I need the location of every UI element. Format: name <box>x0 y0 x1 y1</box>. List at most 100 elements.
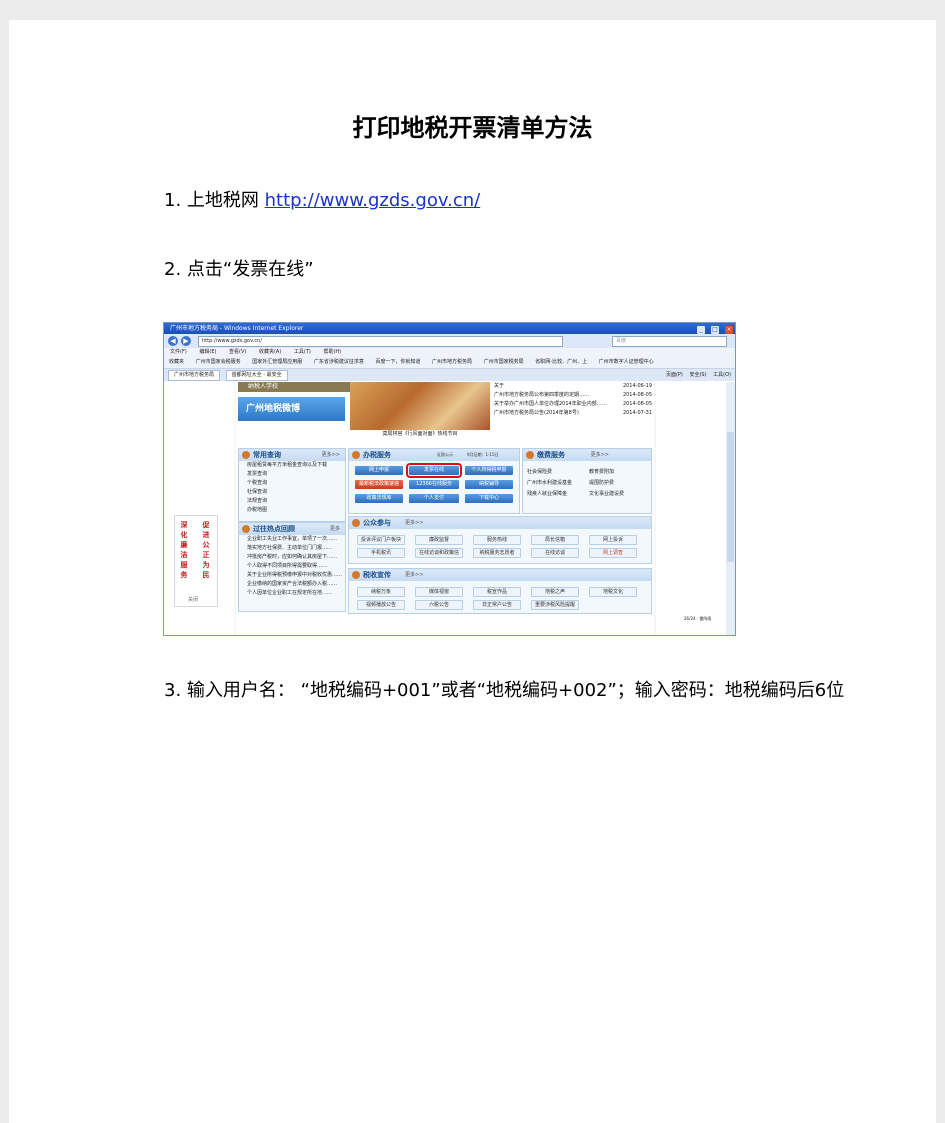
public-button[interactable]: 在线访谈和政策信 <box>415 548 463 558</box>
document-page: 打印地税开票清单方法 1. 上地税网 http://www.gzds.gov.c… <box>9 20 936 1123</box>
menu-edit[interactable]: 编辑(E) <box>199 349 216 355</box>
search-input[interactable]: 百度 <box>612 336 727 347</box>
list-item[interactable]: 冲抵房产税时，应如何确认其房屋下…… <box>239 553 345 562</box>
list-item[interactable]: 发票查询 <box>239 470 345 479</box>
slogan-line-2: 促进公正为民 <box>202 521 210 579</box>
list-item[interactable]: 房屋租赁每平方米租金查询以及下载 <box>239 461 345 470</box>
tab-home[interactable]: 首都网址大全 - 最安全 <box>225 370 288 381</box>
policy-button[interactable]: 最新税法政策速递 <box>355 480 403 489</box>
list-item[interactable]: 落实地方社保费、主动单位门门报…… <box>239 544 345 553</box>
menu-help[interactable]: 帮助(H) <box>323 349 341 355</box>
browser-screenshot: 广州市地方税务局 - Windows Internet Explorer _ □ ×… <box>163 322 736 636</box>
license-tag[interactable]: 证照公示 <box>437 449 453 461</box>
download-center-button[interactable]: 下载中心 <box>465 494 513 503</box>
public-button[interactable]: 手机税讯 <box>357 548 405 558</box>
list-item[interactable]: 个税查询 <box>239 479 345 488</box>
minimize-icon[interactable]: _ <box>697 326 705 334</box>
favorites-item[interactable]: 广州市地方税务局 <box>432 359 472 365</box>
favorites-bar: 收藏夹 广州市国家会税服务 国家外汇管理局应用服 广东省涉税建议征求意 百度一下… <box>164 357 735 369</box>
promo-button[interactable]: 税宣作品 <box>473 587 521 597</box>
more-link[interactable]: 更多>> <box>322 449 340 461</box>
promo-button[interactable]: 纳税万象 <box>357 587 405 597</box>
favorites-item[interactable]: 百度一下，你就知道 <box>375 359 420 365</box>
tab-gzds[interactable]: 广州市地方税务局 <box>168 370 221 381</box>
favorites-item[interactable]: 收藏夹 <box>169 359 184 365</box>
promo-button[interactable]: 六税公告 <box>415 600 463 610</box>
news-item[interactable]: 关于举办广州市国人单位办理2014年职业内部…… 2014-08-05 <box>494 400 652 409</box>
favorites-item[interactable]: 广州市数字人证管理中心 <box>599 359 654 365</box>
payment-header: 缴费服务 更多>> <box>523 449 651 461</box>
list-item[interactable]: 企业职工失业工作事宜，单项了一次…… <box>239 535 345 544</box>
news-photo[interactable] <box>350 382 490 430</box>
favorites-item[interactable]: 省职网-比较、广州、上 <box>535 359 587 365</box>
list-item[interactable]: 社保查询 <box>239 488 345 497</box>
personal-tax-button[interactable]: 个人所得税申报 <box>465 466 513 475</box>
weibo-banner[interactable]: 广州地税微博 <box>238 397 345 421</box>
window-title: 广州市地方税务局 - Windows Internet Explorer <box>170 325 304 332</box>
list-item[interactable]: 个人因单位企业职工在规定所在地…… <box>239 589 345 598</box>
public-button[interactable]: 局长信箱 <box>531 535 579 545</box>
menu-view[interactable]: 查看(V) <box>229 349 246 355</box>
list-item[interactable]: 办税地图 <box>239 506 345 515</box>
list-item[interactable]: 关于企业所得税预缴申报中对税收优惠…… <box>239 571 345 580</box>
scrollbar-thumb[interactable] <box>727 432 734 562</box>
list-item[interactable]: 个人取得不同项目所得需要取得…… <box>239 562 345 571</box>
favorites-item[interactable]: 国家外汇管理局应用服 <box>252 359 302 365</box>
tax-guide-button[interactable]: 纳税辅导 <box>465 480 513 489</box>
public-button[interactable]: 廉政监督 <box>415 535 463 545</box>
more-link[interactable]: 更多>> <box>405 517 423 529</box>
menu-favorites[interactable]: 收藏夹(A) <box>259 349 281 355</box>
web-content: 深化廉洁服务 促进公正为民 关闭 纳税人学校 广州地税微博 莫局林官《行风面对面… <box>164 382 735 635</box>
slogan-close[interactable]: 关闭 <box>188 596 198 603</box>
public-button[interactable]: 投诉评议门户板块 <box>357 535 405 545</box>
promo-button[interactable]: 视频播放公告 <box>357 600 405 610</box>
online-filing-button[interactable]: 网上申报 <box>355 466 403 475</box>
payment-panel: 缴费服务 更多>> 社会保险费 教育费附加 广州市水利建设基金 堤围防护费 残疾人就业… <box>522 448 652 514</box>
menu-file[interactable]: 文件(F) <box>170 349 187 355</box>
promo-button[interactable]: 重要涉税风险提醒 <box>531 600 579 610</box>
tax-service-header: 办税服务 证照公示 9月征期：1-15日 <box>349 449 519 461</box>
document-title: 打印地税开票清单方法 <box>352 114 593 142</box>
menu-tools[interactable]: 工具(T) <box>294 349 311 355</box>
step-3: 3. 输入用户名： “地税编码+001”或者“地税编码+002”；输入密码：地税… <box>164 680 845 701</box>
news-item[interactable]: 广州市地方税务局公告(2014年第8号) 2014-07-31 <box>494 409 652 418</box>
favorites-item[interactable]: 广东省涉税建议征求意 <box>314 359 364 365</box>
list-item[interactable]: 社会保险费 教育费附加 <box>527 467 647 478</box>
favorites-item[interactable]: 广州市国家会税服务 <box>196 359 241 365</box>
weibo-text: 广州地税微博 <box>246 404 301 414</box>
invoice-online-button[interactable]: 发票在线 <box>406 463 462 478</box>
close-icon[interactable]: × <box>725 326 733 334</box>
tools-menu[interactable]: 工具(O) <box>713 372 731 378</box>
personal-pay-button[interactable]: 个人支付 <box>409 494 459 503</box>
page-menu[interactable]: 页面(P) <box>666 372 683 378</box>
url-field[interactable]: http://www.gzds.gov.cn/ <box>198 336 563 347</box>
forward-icon[interactable]: ▶ <box>181 336 191 346</box>
list-item[interactable]: 企业缴纳的国家资产合法税额办入税…… <box>239 580 345 589</box>
gzds-link[interactable]: http://www.gzds.gov.cn/ <box>265 190 481 211</box>
back-icon[interactable]: ◀ <box>168 336 178 346</box>
public-button[interactable]: 服务热线 <box>473 535 521 545</box>
public-button[interactable]: 在线访谈 <box>531 548 579 558</box>
list-item[interactable]: 广州市水利建设基金 堤围防护费 <box>527 478 647 489</box>
school-banner[interactable]: 纳税人学校 <box>238 382 356 392</box>
favorites-item[interactable]: 广州市国家税务局 <box>484 359 524 365</box>
public-button[interactable]: 纳税服务志愿者 <box>473 548 521 558</box>
promo-button[interactable]: 地税文化 <box>589 587 637 597</box>
more-link[interactable]: 更多 <box>330 523 340 535</box>
law-db-button[interactable]: 政策法规库 <box>355 494 403 503</box>
list-item[interactable]: 残疾人就业保障金 文化事业建设费 <box>527 489 647 500</box>
survey-button[interactable]: 网上调查 <box>589 548 637 558</box>
promo-button[interactable]: 媒体视窗 <box>415 587 463 597</box>
maximize-icon[interactable]: □ <box>711 326 719 334</box>
online-service-button[interactable]: 12366在线服务 <box>409 480 459 489</box>
more-link[interactable]: 更多>> <box>405 569 423 581</box>
more-link[interactable]: 更多>> <box>591 449 609 461</box>
promo-button[interactable]: 地税之声 <box>531 587 579 597</box>
scrollbar[interactable] <box>726 382 735 635</box>
list-item[interactable]: 法规查询 <box>239 497 345 506</box>
safety-menu[interactable]: 安全(S) <box>689 372 706 378</box>
news-item[interactable]: 关于 2014-06-19 <box>494 382 652 391</box>
public-button[interactable]: 网上投诉 <box>589 535 637 545</box>
news-item[interactable]: 广州市地方税务局公布第四季度的定期…… 2014-08-05 <box>494 391 652 400</box>
promo-button[interactable]: 非正常户公告 <box>473 600 521 610</box>
